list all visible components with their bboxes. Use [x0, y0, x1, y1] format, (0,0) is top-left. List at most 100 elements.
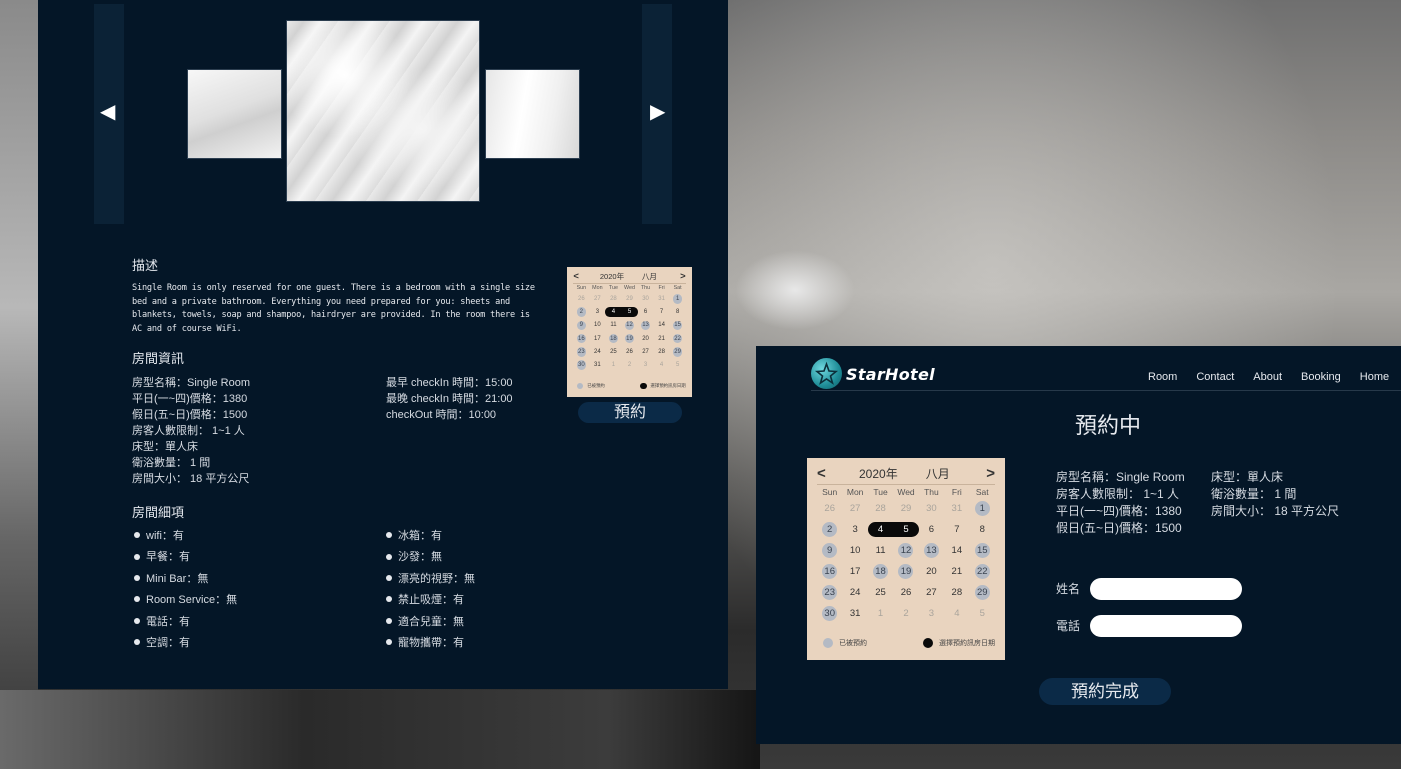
- calendar-day[interactable]: 4: [949, 606, 964, 621]
- calendar-day[interactable]: 23: [822, 585, 838, 600]
- calendar-day[interactable]: 27: [641, 347, 650, 356]
- calendar-next-icon[interactable]: >: [680, 271, 686, 282]
- calendar-day[interactable]: 8: [673, 307, 682, 316]
- calendar-day[interactable]: 9: [822, 543, 838, 558]
- calendar-day[interactable]: 21: [657, 334, 666, 343]
- calendar-day[interactable]: 6: [924, 522, 939, 537]
- calendar-day[interactable]: 1: [873, 606, 888, 621]
- calendar-day[interactable]: 15: [974, 543, 990, 558]
- calendar-day[interactable]: 31: [949, 501, 964, 516]
- calendar-day[interactable]: 28: [873, 501, 888, 516]
- nav-link-room[interactable]: Room: [1148, 371, 1177, 383]
- nav-link-booking[interactable]: Booking: [1301, 371, 1341, 383]
- calendar-day[interactable]: 27: [848, 501, 863, 516]
- calendar-day[interactable]: 23: [576, 347, 587, 357]
- calendar-day[interactable]: 25: [873, 585, 888, 600]
- calendar-prev-icon[interactable]: <: [817, 465, 847, 482]
- calendar-day[interactable]: 17: [848, 564, 863, 579]
- calendar-day[interactable]: 26: [822, 501, 837, 516]
- calendar-day[interactable]: 30: [576, 360, 587, 370]
- confirm-booking-button[interactable]: 預約完成: [1039, 678, 1171, 705]
- calendar-day[interactable]: 14: [657, 321, 666, 330]
- name-input[interactable]: [1090, 578, 1242, 600]
- calendar-day[interactable]: 7: [949, 522, 964, 537]
- calendar-day[interactable]: 29: [625, 294, 634, 303]
- calendar-day[interactable]: 1: [974, 501, 990, 516]
- calendar-day[interactable]: 20: [924, 564, 939, 579]
- calendar-day[interactable]: 13: [923, 543, 939, 558]
- calendar-day[interactable]: 3: [848, 522, 863, 537]
- calendar-day[interactable]: 16: [822, 564, 838, 579]
- calendar-day[interactable]: 2: [625, 360, 634, 369]
- calendar-day[interactable]: 28: [949, 585, 964, 600]
- calendar-day[interactable]: 4: [657, 360, 666, 369]
- calendar-day[interactable]: 31: [848, 606, 863, 621]
- calendar-day[interactable]: 24: [593, 347, 602, 356]
- calendar-day[interactable]: 30: [641, 294, 650, 303]
- star-logo-icon[interactable]: [811, 358, 842, 389]
- calendar-day[interactable]: 9: [576, 320, 587, 331]
- calendar-day[interactable]: 2: [898, 606, 913, 621]
- calendar-day[interactable]: 29: [898, 501, 913, 516]
- calendar-day-selected[interactable]: 5: [621, 307, 638, 317]
- calendar-day[interactable]: 15: [672, 320, 683, 331]
- calendar-day[interactable]: 22: [974, 564, 990, 579]
- calendar-day[interactable]: 7: [657, 307, 666, 316]
- calendar-day[interactable]: 28: [657, 347, 666, 356]
- calendar-day[interactable]: 12: [624, 320, 635, 331]
- calendar-day[interactable]: 27: [924, 585, 939, 600]
- calendar-day[interactable]: 11: [873, 543, 888, 558]
- calendar-day-selected[interactable]: 4: [605, 307, 622, 317]
- calendar-day[interactable]: 22: [672, 333, 683, 344]
- calendar-day[interactable]: 31: [657, 294, 666, 303]
- calendar-day[interactable]: 3: [641, 360, 650, 369]
- calendar-day[interactable]: 28: [609, 294, 618, 303]
- calendar-day[interactable]: 31: [593, 360, 602, 369]
- calendar-day[interactable]: 18: [608, 333, 619, 344]
- calendar-prev-icon[interactable]: <: [573, 271, 592, 282]
- carousel-prev-icon[interactable]: ◀: [100, 102, 115, 122]
- nav-link-about[interactable]: About: [1253, 371, 1282, 383]
- calendar-day[interactable]: 1: [672, 294, 683, 304]
- calendar-day[interactable]: 6: [641, 307, 650, 316]
- nav-link-home[interactable]: Home: [1360, 371, 1389, 383]
- calendar-day[interactable]: 26: [625, 347, 634, 356]
- calendar-day[interactable]: 11: [609, 321, 618, 330]
- calendar-day[interactable]: 19: [898, 564, 914, 579]
- calendar-day[interactable]: 10: [848, 543, 863, 558]
- calendar-day[interactable]: 20: [641, 334, 650, 343]
- calendar-day[interactable]: 3: [924, 606, 939, 621]
- calendar-next-icon[interactable]: >: [986, 465, 995, 482]
- calendar-day[interactable]: 18: [873, 564, 889, 579]
- calendar-day[interactable]: 13: [640, 320, 651, 331]
- calendar-day-selected[interactable]: 5: [893, 522, 919, 537]
- calendar-day[interactable]: 26: [898, 585, 913, 600]
- nav-link-contact[interactable]: Contact: [1196, 371, 1234, 383]
- phone-input[interactable]: [1090, 615, 1242, 637]
- calendar-day[interactable]: 3: [593, 307, 602, 316]
- calendar-day-selected[interactable]: 4: [867, 522, 894, 537]
- calendar-day[interactable]: 16: [576, 333, 587, 344]
- calendar-day[interactable]: 5: [975, 606, 990, 621]
- calendar-day[interactable]: 2: [822, 522, 838, 537]
- calendar-day[interactable]: 25: [609, 347, 618, 356]
- carousel-image-next[interactable]: [485, 69, 580, 159]
- calendar-day[interactable]: 1: [609, 360, 618, 369]
- calendar-day[interactable]: 17: [593, 334, 602, 343]
- calendar-day[interactable]: 21: [949, 564, 964, 579]
- carousel-image-prev[interactable]: [187, 69, 282, 159]
- calendar-day[interactable]: 27: [593, 294, 602, 303]
- brand-name[interactable]: StarHotel: [846, 365, 935, 384]
- calendar-day[interactable]: 5: [673, 360, 682, 369]
- calendar-day[interactable]: 30: [924, 501, 939, 516]
- calendar-day[interactable]: 2: [576, 307, 587, 317]
- calendar-day[interactable]: 30: [822, 606, 838, 621]
- calendar-day[interactable]: 24: [848, 585, 863, 600]
- calendar-day[interactable]: 29: [672, 347, 683, 357]
- calendar-day[interactable]: 10: [593, 321, 602, 330]
- calendar-day[interactable]: 29: [974, 585, 990, 600]
- calendar-day[interactable]: 19: [624, 333, 635, 344]
- calendar-day[interactable]: 8: [975, 522, 990, 537]
- calendar-day[interactable]: 12: [898, 543, 914, 558]
- book-button[interactable]: 預約: [578, 402, 682, 423]
